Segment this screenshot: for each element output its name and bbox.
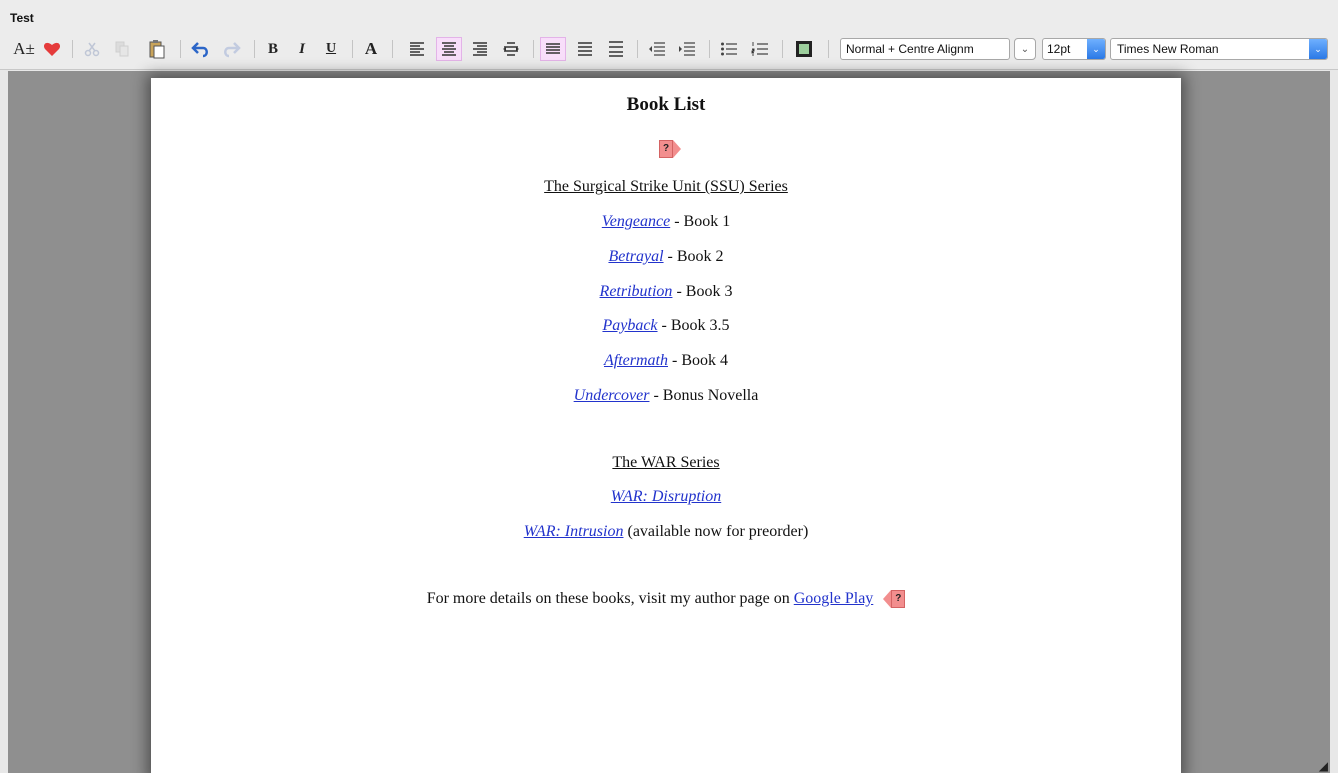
document-canvas: Book List ? The Surgical Strike Unit (SS… (8, 71, 1330, 773)
book-link[interactable]: Vengeance (602, 213, 670, 230)
toolbar-separator (533, 40, 534, 58)
book-link[interactable]: WAR: Intrusion (524, 523, 624, 540)
indent-decrease-icon[interactable] (645, 37, 669, 61)
bookmark-marker-icon[interactable]: ? (883, 590, 906, 609)
book-link[interactable]: Payback (602, 317, 657, 334)
book-line: WAR: Disruption (151, 488, 1181, 506)
book-link[interactable]: Aftermath (604, 352, 668, 369)
document-page[interactable]: Book List ? The Surgical Strike Unit (SS… (151, 78, 1181, 773)
book-suffix: - Book 3 (672, 283, 733, 300)
window-titlebar: Test (0, 0, 1338, 30)
insert-image-icon[interactable] (792, 37, 816, 61)
toolbar-separator (709, 40, 710, 58)
copy-icon[interactable] (110, 37, 134, 61)
paste-icon[interactable] (145, 37, 169, 61)
series-heading-ssu: The Surgical Strike Unit (SSU) Series (544, 178, 788, 195)
window-title: Test (10, 11, 34, 25)
toolbar-separator (180, 40, 181, 58)
text-color-button[interactable]: A (360, 37, 382, 61)
align-justify-icon[interactable] (499, 37, 523, 61)
underline-button[interactable]: U (320, 37, 342, 61)
toolbar-separator (392, 40, 393, 58)
indent-increase-icon[interactable] (675, 37, 699, 61)
book-link[interactable]: Undercover (574, 387, 650, 404)
book-suffix: - Book 4 (668, 352, 728, 369)
marker-row: ? (151, 140, 1181, 159)
cut-icon[interactable] (80, 37, 104, 61)
book-line: Undercover - Bonus Novella (151, 387, 1181, 405)
book-suffix: (available now for preorder) (623, 523, 809, 540)
paragraph-style-dropdown-arrow[interactable]: ⌄ (1014, 38, 1036, 60)
align-center-icon[interactable] (436, 37, 462, 61)
line-spacing-2-icon[interactable] (573, 37, 597, 61)
book-line: WAR: Intrusion (available now for preord… (151, 523, 1181, 541)
formatting-toolbar: A± B I U A Normal + Centre Alignm ⌄ 12pt… (0, 30, 1338, 70)
toolbar-separator (828, 40, 829, 58)
book-suffix: - Book 1 (670, 213, 731, 230)
resize-handle-icon[interactable]: ◢ (1319, 759, 1328, 773)
book-line: Betrayal - Book 2 (151, 248, 1181, 266)
line-spacing-3-icon[interactable] (604, 37, 628, 61)
chevron-down-icon: ⌄ (1309, 39, 1327, 59)
book-line: Aftermath - Book 4 (151, 352, 1181, 370)
bold-button[interactable]: B (262, 37, 284, 61)
chevron-down-icon: ⌄ (1087, 39, 1105, 59)
italic-button[interactable]: I (291, 37, 313, 61)
book-line: Payback - Book 3.5 (151, 317, 1181, 335)
redo-icon[interactable] (218, 37, 244, 61)
footer-text: For more details on these books, visit m… (426, 590, 794, 607)
book-line: Retribution - Book 3 (151, 283, 1181, 301)
series-heading-war: The WAR Series (612, 454, 720, 471)
book-suffix: - Book 2 (663, 248, 724, 265)
book-line: Vengeance - Book 1 (151, 213, 1181, 231)
book-suffix: - Bonus Novella (649, 387, 759, 404)
toolbar-separator (782, 40, 783, 58)
toolbar-separator (352, 40, 353, 58)
book-link[interactable]: WAR: Disruption (611, 488, 721, 505)
font-size-value: 12pt (1047, 42, 1071, 56)
footer-line: For more details on these books, visit m… (151, 590, 1181, 609)
line-spacing-1-icon[interactable] (540, 37, 566, 61)
font-family-select[interactable]: Times New Roman ⌄ (1110, 38, 1328, 60)
bookmark-marker-icon[interactable]: ? (659, 140, 681, 159)
toolbar-separator (637, 40, 638, 58)
font-size-select[interactable]: 12pt ⌄ (1042, 38, 1106, 60)
book-suffix: - Book 3.5 (657, 317, 730, 334)
paragraph-style-select[interactable]: Normal + Centre Alignm (840, 38, 1010, 60)
document-title: Book List (626, 94, 706, 115)
align-right-icon[interactable] (468, 37, 492, 61)
toolbar-separator (72, 40, 73, 58)
undo-icon[interactable] (188, 37, 214, 61)
align-left-icon[interactable] (405, 37, 429, 61)
heart-icon[interactable] (40, 37, 64, 61)
book-link[interactable]: Betrayal (608, 248, 663, 265)
book-link[interactable]: Retribution (600, 283, 673, 300)
font-size-icon[interactable]: A± (10, 37, 38, 61)
toolbar-separator (254, 40, 255, 58)
font-family-value: Times New Roman (1117, 42, 1219, 56)
numbered-list-icon[interactable] (748, 37, 772, 61)
google-play-link[interactable]: Google Play (794, 590, 874, 607)
bullet-list-icon[interactable] (717, 37, 741, 61)
